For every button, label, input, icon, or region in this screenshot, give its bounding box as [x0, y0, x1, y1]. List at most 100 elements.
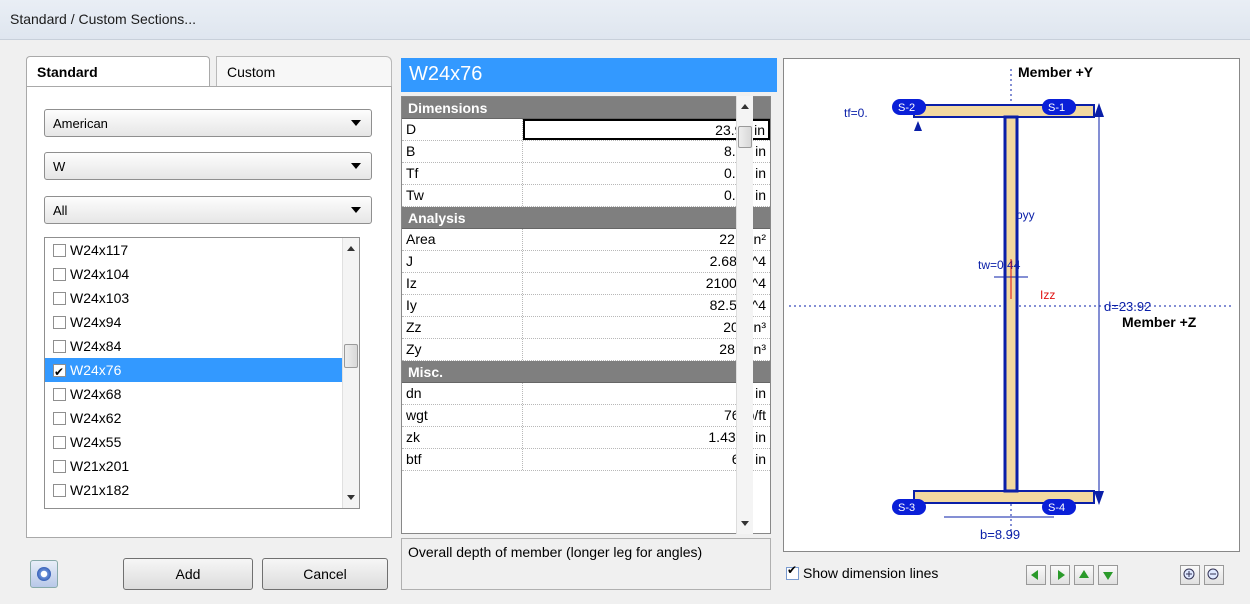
grid-value[interactable]: 8.99 in	[523, 141, 770, 162]
list-item[interactable]: W21x182	[45, 478, 359, 502]
tab-custom-label: Custom	[227, 64, 276, 80]
grid-key: Tw	[402, 185, 523, 206]
scroll-thumb[interactable]	[738, 126, 752, 148]
grid-row[interactable]: B8.99 in	[402, 141, 770, 163]
checkbox-icon[interactable]	[53, 244, 66, 257]
list-item-label: W24x55	[70, 434, 122, 450]
move-down-button[interactable]	[1098, 565, 1118, 585]
tab-custom[interactable]: Custom	[216, 56, 392, 86]
grid-value[interactable]: 22.4 in²	[523, 229, 770, 250]
shape-value: W	[53, 159, 66, 174]
grid-value[interactable]: 0.68 in	[523, 163, 770, 184]
list-item[interactable]: W24x117	[45, 238, 359, 262]
cancel-button[interactable]: Cancel	[262, 558, 388, 590]
scroll-thumb[interactable]	[344, 344, 358, 368]
tab-standard-label: Standard	[37, 64, 98, 80]
grid-row[interactable]: wgt 76 lb/ft	[402, 405, 770, 427]
show-dimension-lines-checkbox[interactable]: Show dimension lines	[786, 563, 938, 581]
grid-row[interactable]: Zy 28.6 in³	[402, 339, 770, 361]
grid-value[interactable]: 76 lb/ft	[523, 405, 770, 426]
grid-row[interactable]: Tw0.44 in	[402, 185, 770, 207]
member-y-label: Member +Y	[1018, 64, 1094, 80]
checkbox-icon[interactable]	[53, 460, 66, 473]
group-select[interactable]: All	[44, 196, 372, 224]
zoom-out-button[interactable]	[1204, 565, 1224, 585]
dropdown-arrow-icon	[351, 120, 361, 126]
grid-value[interactable]: 2.68 in^4	[523, 251, 770, 272]
tab-standard[interactable]: Standard	[26, 56, 210, 86]
checkbox-icon[interactable]	[53, 292, 66, 305]
grid-value[interactable]: 200 in³	[523, 317, 770, 338]
scroll-up-icon[interactable]	[347, 246, 355, 251]
grid-row[interactable]: btf6.6 in	[402, 449, 770, 471]
tw-label: tw=0.44	[978, 258, 1021, 272]
grid-value[interactable]: 0.44 in	[523, 185, 770, 206]
region-select[interactable]: American	[44, 109, 372, 137]
checkbox-icon[interactable]	[53, 268, 66, 281]
grid-row[interactable]: Tf0.68 in	[402, 163, 770, 185]
scroll-up-icon[interactable]	[741, 104, 749, 109]
grid-value[interactable]: 1.4375 in	[523, 427, 770, 448]
grid-row[interactable]: Iz 2100 in^4	[402, 273, 770, 295]
move-right-button[interactable]	[1050, 565, 1070, 585]
sections-list[interactable]: W24x117 W24x104 W24x103 W24x94 W24x84 W24x76 W…	[44, 237, 360, 509]
checkbox-icon[interactable]	[53, 316, 66, 329]
grid-value[interactable]: 28.6 in³	[523, 339, 770, 360]
grid-key: Area	[402, 229, 523, 250]
section-diagram[interactable]: d=23.92 b=8.99 tf=0. tw=0.44 pyy Izz Mem…	[783, 58, 1240, 552]
list-scrollbar[interactable]	[342, 238, 359, 508]
checkbox-icon[interactable]	[53, 484, 66, 497]
grid-scrollbar[interactable]	[736, 96, 753, 534]
grid-row[interactable]: J 2.68 in^4	[402, 251, 770, 273]
list-item[interactable]: W24x84	[45, 334, 359, 358]
grid-row[interactable]: zk 1.4375 in	[402, 427, 770, 449]
list-item-label: W24x104	[70, 266, 130, 282]
grid-row[interactable]: dn24 in	[402, 383, 770, 405]
grid-row[interactable]: D 23.92 in	[402, 119, 770, 141]
grid-value[interactable]: 6.6 in	[523, 449, 770, 470]
scroll-down-icon[interactable]	[741, 521, 749, 526]
list-item[interactable]: W24x55	[45, 430, 359, 454]
list-item[interactable]: W24x104	[45, 262, 359, 286]
list-item[interactable]: W24x94	[45, 310, 359, 334]
list-item[interactable]: W21x201	[45, 454, 359, 478]
grid-row[interactable]: Iy 82.5 in^4	[402, 295, 770, 317]
grid-key: Iy	[402, 295, 523, 316]
move-left-button[interactable]	[1026, 565, 1046, 585]
member-z-label: Member +Z	[1122, 314, 1197, 330]
shape-select[interactable]: W	[44, 152, 372, 180]
grid-key: zk	[402, 427, 523, 448]
help-button[interactable]	[30, 560, 58, 588]
list-item-label: W21x182	[70, 482, 130, 498]
list-item-label: W24x62	[70, 410, 122, 426]
grid-row[interactable]: Zz 200 in³	[402, 317, 770, 339]
s4-label: S-4	[1048, 502, 1065, 514]
scroll-down-icon[interactable]	[347, 495, 355, 500]
grid-value[interactable]: 23.92 in	[523, 119, 770, 140]
checkbox-icon[interactable]	[786, 563, 799, 580]
arrow-down-icon	[1094, 491, 1104, 505]
list-item-label: W24x68	[70, 386, 122, 402]
move-up-button[interactable]	[1074, 565, 1094, 585]
s2-label: S-2	[898, 102, 915, 114]
list-item[interactable]: W24x76	[45, 358, 359, 384]
section-name-bar: W24x76	[401, 58, 777, 92]
grid-row[interactable]: Area 22.4 in²	[402, 229, 770, 251]
list-item[interactable]: W24x103	[45, 286, 359, 310]
property-description: Overall depth of member (longer leg for …	[401, 538, 771, 590]
checkbox-icon[interactable]	[53, 360, 66, 384]
zoom-in-button[interactable]	[1180, 565, 1200, 585]
property-grid[interactable]: Dimensions D23.92 inB8.99 inTf0.68 inTw0…	[401, 96, 771, 534]
grid-value[interactable]: 2100 in^4	[523, 273, 770, 294]
checkbox-icon[interactable]	[53, 340, 66, 353]
checkbox-icon[interactable]	[53, 388, 66, 401]
list-item[interactable]: W24x68	[45, 382, 359, 406]
checkbox-icon[interactable]	[53, 412, 66, 425]
list-item[interactable]: W24x62	[45, 406, 359, 430]
list-item-label: W24x94	[70, 314, 122, 330]
grid-value[interactable]: 24 in	[523, 383, 770, 404]
grid-value[interactable]: 82.5 in^4	[523, 295, 770, 316]
checkbox-icon[interactable]	[53, 436, 66, 449]
s3-label: S-3	[898, 502, 915, 514]
add-button[interactable]: Add	[123, 558, 253, 590]
